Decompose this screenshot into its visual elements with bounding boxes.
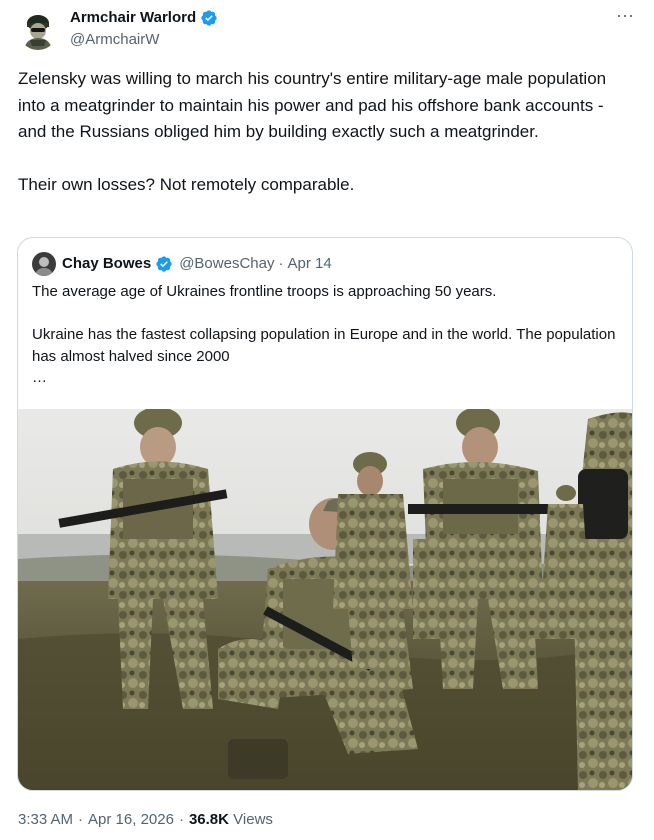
verified-badge-icon: [156, 256, 172, 272]
tweet-time[interactable]: 3:33 AM: [18, 811, 73, 828]
verified-badge-icon: [201, 10, 217, 26]
separator-dot: ·: [78, 811, 84, 828]
views-label[interactable]: Views: [233, 811, 273, 828]
author-name-row[interactable]: Armchair Warlord: [70, 8, 218, 28]
author-name[interactable]: Armchair Warlord: [70, 8, 196, 28]
quote-paragraph: Ukraine has the fastest collapsing popul…: [32, 326, 616, 365]
quoted-tweet[interactable]: Chay Bowes @BowesChay · Apr 14 The avera…: [17, 237, 633, 791]
avatar-soldier-icon: [18, 10, 58, 50]
quote-author-avatar[interactable]: [32, 252, 56, 276]
photo-soldiers-field[interactable]: [18, 409, 633, 791]
quote-author-handle[interactable]: @BowesChay: [179, 253, 274, 275]
more-options-button[interactable]: ···: [612, 5, 638, 28]
separator-dot: ·: [278, 255, 284, 272]
more-horizontal-icon: ···: [616, 5, 634, 25]
tweet: Armchair Warlord @ArmchairW ··· Zelensky…: [0, 0, 654, 840]
avatar-portrait-icon: [32, 252, 56, 276]
tweet-date[interactable]: Apr 16, 2026: [88, 811, 174, 828]
tweet-paragraph: Zelensky was willing to march his countr…: [18, 69, 607, 141]
quote-author-name[interactable]: Chay Bowes: [62, 253, 151, 275]
tweet-meta: 3:33 AM · Apr 16, 2026 · 36.8K Views: [18, 809, 273, 831]
tweet-paragraph: Their own losses? Not remotely comparabl…: [18, 174, 355, 194]
tweet-text: Zelensky was willing to march his countr…: [18, 66, 628, 198]
quote-paragraph: The average age of Ukraines frontline tr…: [32, 283, 497, 300]
author-handle[interactable]: @ArmchairW: [70, 30, 159, 50]
quote-date[interactable]: Apr 14: [287, 253, 331, 275]
author-avatar[interactable]: [18, 10, 58, 50]
separator-dot: ·: [178, 811, 184, 828]
views-count[interactable]: 36.8K: [189, 811, 229, 828]
quote-text: The average age of Ukraines frontline tr…: [32, 281, 622, 368]
quote-header: Chay Bowes @BowesChay · Apr 14: [62, 253, 332, 275]
show-more-ellipsis[interactable]: …: [32, 367, 47, 389]
